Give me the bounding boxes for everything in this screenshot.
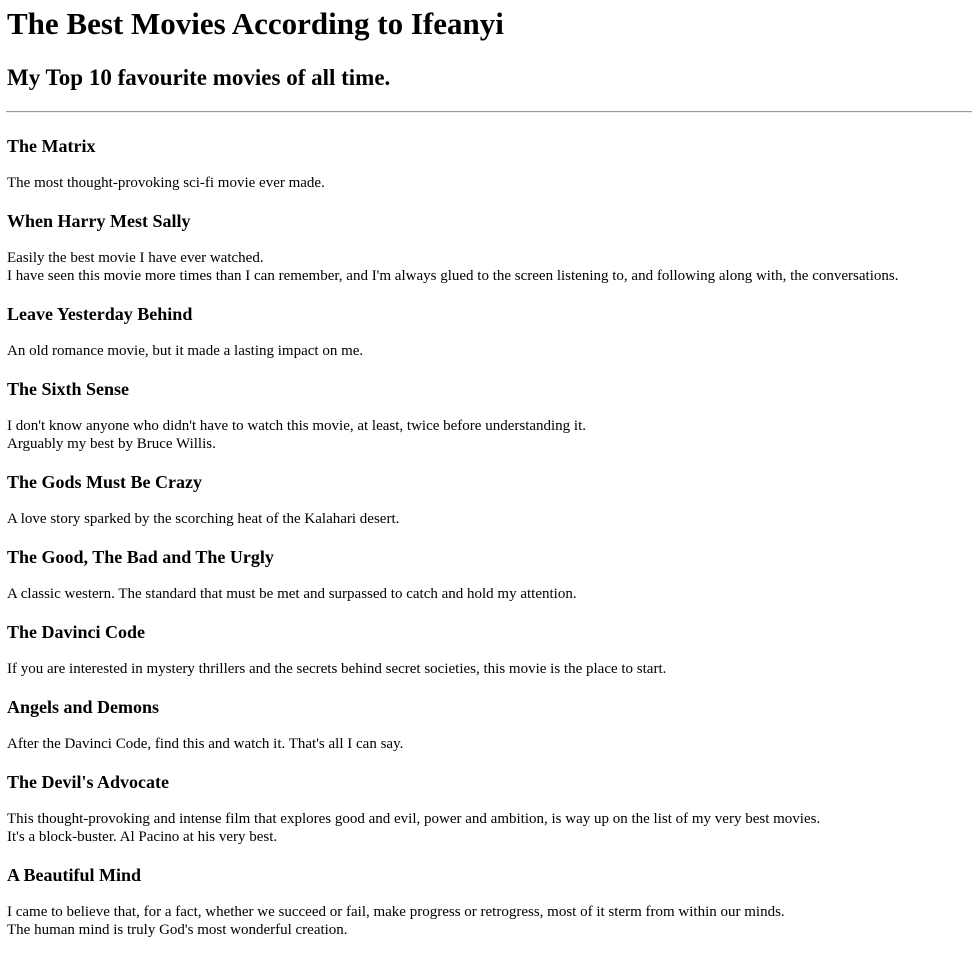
movie-title: When Harry Mest Sally [7,211,191,231]
movie-item: The Devil's Advocate This thought-provok… [7,771,970,846]
movie-description: The most thought-provoking sci-fi movie … [7,174,970,192]
movie-description-line: The human mind is truly God's most wonde… [7,922,348,938]
movie-description-line: An old romance movie, but it made a last… [7,343,364,359]
movie-description-line: The most thought-provoking sci-fi movie … [7,175,325,191]
divider [6,111,972,113]
movie-title: Leave Yesterday Behind [7,304,193,324]
movie-title: The Sixth Sense [7,379,130,399]
movie-item: The Good, The Bad and The Urgly A classi… [7,546,970,603]
movie-description-line: It's a block-buster. Al Pacino at his ve… [7,829,278,845]
page-title: The Best Movies According to Ifeanyi [7,6,504,41]
movie-description-line: I came to believe that, for a fact, whet… [7,904,785,920]
movie-title: The Devil's Advocate [7,772,169,792]
movie-description-line: A love story sparked by the scorching he… [7,511,400,527]
movie-description: A love story sparked by the scorching he… [7,510,970,528]
movie-item: The Gods Must Be Crazy A love story spar… [7,471,970,528]
page-subtitle: My Top 10 favourite movies of all time. [7,65,391,90]
movie-description: I came to believe that, for a fact, whet… [7,903,970,939]
movie-description: A classic western. The standard that mus… [7,585,970,603]
movie-description-line: I don't know anyone who didn't have to w… [7,418,587,434]
movie-item: The Matrix The most thought-provoking sc… [7,135,970,192]
movie-item: The Davinci Code If you are interested i… [7,621,970,678]
movie-description: I don't know anyone who didn't have to w… [7,417,970,453]
movie-title: A Beautiful Mind [7,865,142,885]
movie-description: After the Davinci Code, find this and wa… [7,735,970,753]
movie-title: The Matrix [7,136,96,156]
movie-title: Angels and Demons [7,697,160,717]
movie-item: When Harry Mest Sally Easily the best mo… [7,210,970,285]
movie-title: The Davinci Code [7,622,146,642]
movie-description-line: Arguably my best by Bruce Willis. [7,436,216,452]
movie-description-line: If you are interested in mystery thrille… [7,661,667,677]
movie-description: This thought-provoking and intense film … [7,810,970,846]
movie-description-line: I have seen this movie more times than I… [7,268,899,284]
movie-item: A Beautiful Mind I came to believe that,… [7,864,970,939]
movie-description-line: A classic western. The standard that mus… [7,586,577,602]
movie-description-line: This thought-provoking and intense film … [7,811,821,827]
movie-description-line: Easily the best movie I have ever watche… [7,250,264,266]
movie-description-line: After the Davinci Code, find this and wa… [7,736,404,752]
movie-item: The Sixth Sense I don't know anyone who … [7,378,970,453]
movie-item: Leave Yesterday Behind An old romance mo… [7,303,970,360]
movie-description: An old romance movie, but it made a last… [7,342,970,360]
movie-description: If you are interested in mystery thrille… [7,660,970,678]
movie-list: The Matrix The most thought-provoking sc… [7,135,970,939]
movie-description: Easily the best movie I have ever watche… [7,249,970,285]
movie-title: The Good, The Bad and The Urgly [7,547,274,567]
page: The Best Movies According to Ifeanyi My … [0,6,977,939]
movie-title: The Gods Must Be Crazy [7,472,202,492]
movie-item: Angels and Demons After the Davinci Code… [7,696,970,753]
